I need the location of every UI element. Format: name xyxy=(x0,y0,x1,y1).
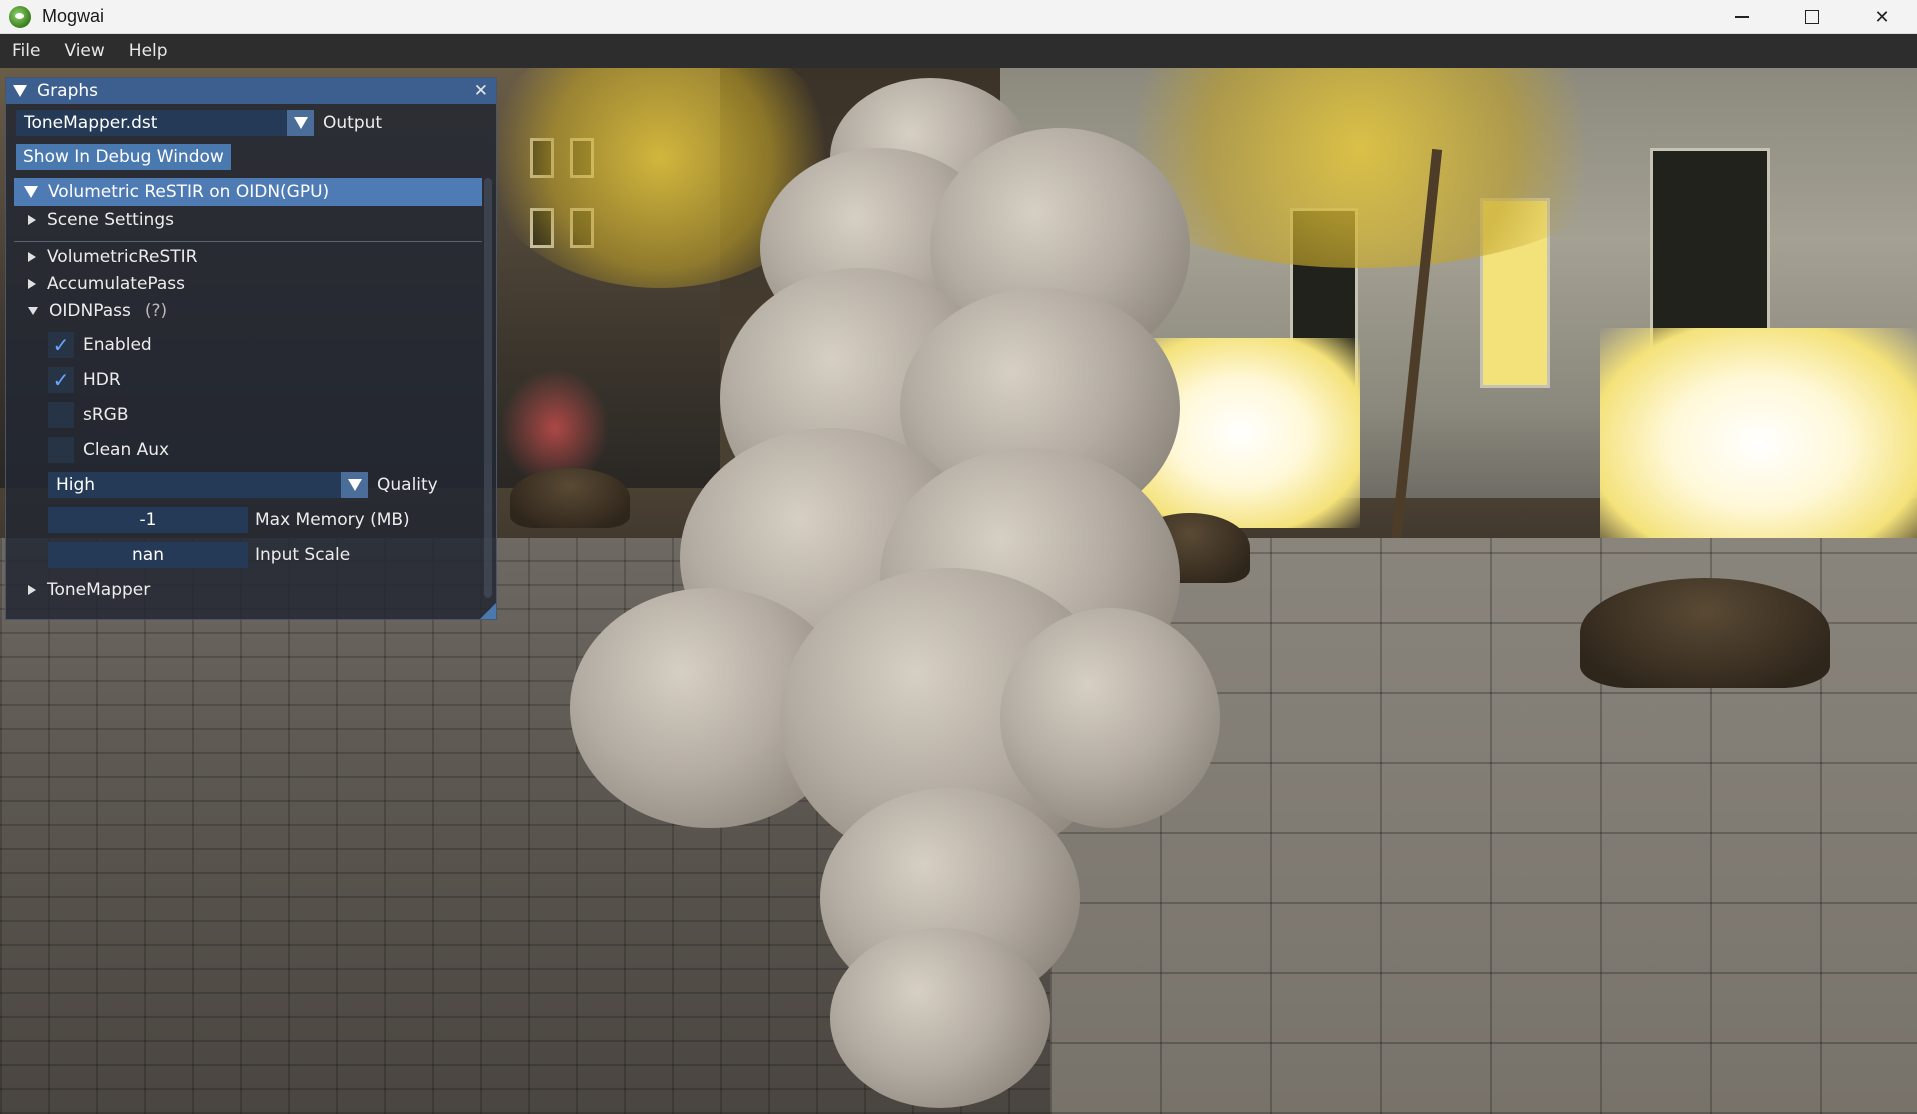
help-marker[interactable]: (?) xyxy=(145,301,167,321)
max-memory-input[interactable]: -1 xyxy=(48,507,248,533)
graph-section-header[interactable]: Volumetric ReSTIR on OIDN(GPU) xyxy=(14,178,482,206)
close-icon: ✕ xyxy=(1874,6,1890,28)
tree-node-label: VolumetricReSTIR xyxy=(47,247,198,267)
clean-aux-label: Clean Aux xyxy=(83,440,170,460)
enabled-checkbox[interactable]: ✓ xyxy=(48,332,74,358)
output-label: Output xyxy=(323,113,383,133)
graph-name: Volumetric ReSTIR on OIDN(GPU) xyxy=(48,182,330,202)
maximize-button[interactable] xyxy=(1777,0,1847,34)
graphs-panel-header[interactable]: Graphs ✕ xyxy=(6,78,496,104)
menu-file[interactable]: File xyxy=(12,41,40,61)
panel-scrollbar[interactable] xyxy=(484,178,492,598)
show-in-debug-window-button[interactable]: Show In Debug Window xyxy=(16,144,231,170)
menu-view[interactable]: View xyxy=(64,41,104,61)
tree-node-label: ToneMapper xyxy=(47,580,151,600)
output-combo[interactable]: ToneMapper.dst xyxy=(16,110,314,136)
tree-node-label: Scene Settings xyxy=(47,210,174,230)
srgb-checkbox[interactable] xyxy=(48,402,74,428)
dropdown-arrow-icon[interactable] xyxy=(287,110,314,136)
scene-dirt-mound xyxy=(510,468,630,528)
quality-combo-value: High xyxy=(56,475,96,495)
tree-node-scene-settings[interactable]: Scene Settings xyxy=(28,210,174,230)
window-controls: ✕ xyxy=(1707,0,1917,34)
expand-arrow-icon xyxy=(28,215,36,225)
expand-arrow-icon xyxy=(28,279,36,289)
scene-dirt-mound xyxy=(1580,578,1830,688)
close-button[interactable]: ✕ xyxy=(1847,0,1917,34)
menu-bar: File View Help xyxy=(0,34,1917,68)
output-combo-value: ToneMapper.dst xyxy=(24,113,158,133)
check-icon: ✓ xyxy=(52,368,70,392)
quality-row: High Quality xyxy=(48,472,438,498)
scene-shop-light xyxy=(1600,328,1917,558)
tree-node-label: OIDNPass xyxy=(49,301,131,321)
hdr-checkbox-row[interactable]: ✓ HDR xyxy=(48,367,121,393)
srgb-checkbox-row[interactable]: sRGB xyxy=(48,402,129,428)
graphs-panel-title: Graphs xyxy=(37,81,99,101)
expand-arrow-icon xyxy=(28,585,36,595)
max-memory-label: Max Memory (MB) xyxy=(255,510,410,530)
collapse-arrow-icon[interactable] xyxy=(13,85,27,97)
input-scale-label: Input Scale xyxy=(255,545,351,565)
window-title: Mogwai xyxy=(42,6,105,26)
hdr-label: HDR xyxy=(83,370,121,390)
menu-help[interactable]: Help xyxy=(129,41,168,61)
graphs-panel: Graphs ✕ ToneMapper.dst Output Show In D… xyxy=(5,77,497,620)
close-icon[interactable]: ✕ xyxy=(474,81,488,101)
tree-node-oidn-pass[interactable]: OIDNPass (?) xyxy=(28,301,167,321)
expand-arrow-icon xyxy=(28,252,36,262)
input-scale-row: nan Input Scale xyxy=(48,542,350,568)
mogwai-logo-icon xyxy=(9,5,31,28)
hdr-checkbox[interactable]: ✓ xyxy=(48,367,74,393)
output-row: ToneMapper.dst Output xyxy=(16,110,382,136)
tree-node-tone-mapper[interactable]: ToneMapper xyxy=(28,580,150,600)
dropdown-arrow-icon[interactable] xyxy=(341,472,368,498)
clean-aux-checkbox-row[interactable]: Clean Aux xyxy=(48,437,169,463)
max-memory-row: -1 Max Memory (MB) xyxy=(48,507,410,533)
input-scale-input[interactable]: nan xyxy=(48,542,248,568)
maximize-icon xyxy=(1805,10,1819,24)
check-icon: ✓ xyxy=(52,333,70,357)
enabled-checkbox-row[interactable]: ✓ Enabled xyxy=(48,332,152,358)
tree-node-volumetric-restir[interactable]: VolumetricReSTIR xyxy=(28,247,197,267)
enabled-label: Enabled xyxy=(83,335,152,355)
resize-grip[interactable] xyxy=(480,603,496,619)
clean-aux-checkbox[interactable] xyxy=(48,437,74,463)
tree-node-label: AccumulatePass xyxy=(47,274,186,294)
quality-combo[interactable]: High xyxy=(48,472,368,498)
divider xyxy=(14,241,482,242)
collapse-arrow-icon xyxy=(28,307,38,315)
minimize-button[interactable] xyxy=(1707,0,1777,34)
minimize-icon xyxy=(1735,16,1749,18)
srgb-label: sRGB xyxy=(83,405,129,425)
quality-label: Quality xyxy=(377,475,438,495)
tree-node-accumulate-pass[interactable]: AccumulatePass xyxy=(28,274,185,294)
debug-row: Show In Debug Window xyxy=(16,144,231,170)
collapse-arrow-icon xyxy=(24,186,38,198)
title-bar: Mogwai ✕ xyxy=(0,0,1917,34)
